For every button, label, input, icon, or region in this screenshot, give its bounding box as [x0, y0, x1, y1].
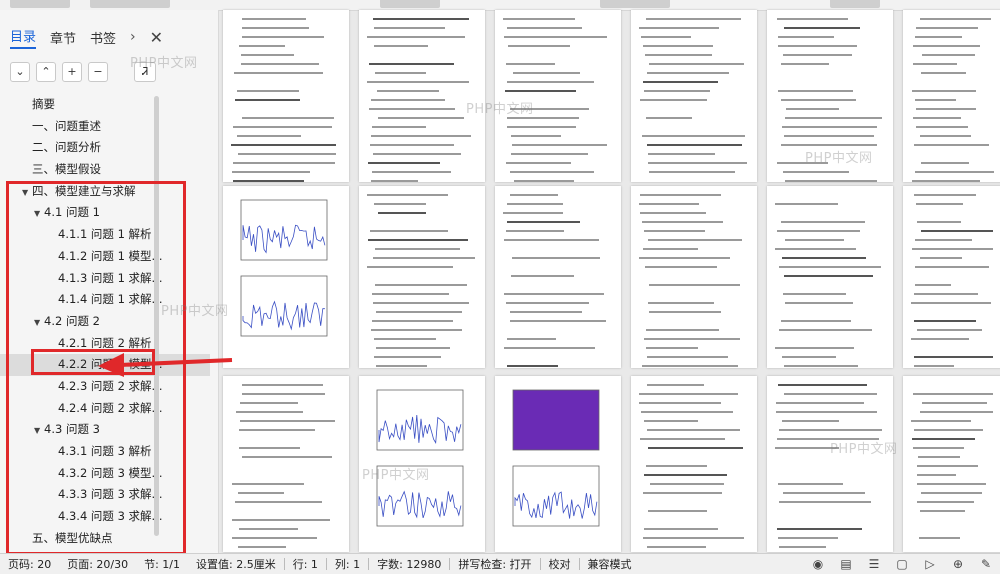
status-pages[interactable]: 页面: 20/30 — [59, 556, 136, 572]
play-icon[interactable]: ▷ — [923, 557, 937, 571]
web-view-icon[interactable]: ⊕ — [951, 557, 965, 571]
status-section: 节: 1/1 — [144, 558, 181, 571]
status-words[interactable]: 字数: 12980 — [369, 556, 449, 572]
status-proofread[interactable]: 校对 — [541, 556, 579, 572]
watermark: PHP中文网 — [362, 468, 430, 483]
status-page[interactable]: 页码: 20 — [0, 556, 59, 572]
read-mode-icon[interactable]: ▢ — [895, 557, 909, 571]
watermark: PHP中文网 — [466, 102, 534, 117]
outline-view-icon[interactable]: ☰ — [867, 557, 881, 571]
status-col: 列: 1 — [334, 558, 361, 571]
watermark: PHP中文网 — [830, 442, 898, 457]
edit-icon[interactable]: ✎ — [979, 557, 993, 571]
watermark: PHP中文网 — [130, 56, 198, 71]
eye-icon[interactable]: ◉ — [811, 557, 825, 571]
status-row: 行: 1 — [292, 558, 318, 571]
watermark: PHP中文网 — [805, 151, 873, 166]
watermark: PHP中文网 — [161, 304, 229, 319]
status-bar: 页码: 20 页面: 20/30 节: 1/1 设置值: 2.5厘米 行: 1 … — [0, 553, 1000, 574]
status-compat: 兼容模式 — [587, 558, 632, 571]
status-spellcheck[interactable]: 拼写检查: 打开 — [450, 556, 539, 572]
page-view-icon[interactable]: ▤ — [839, 557, 853, 571]
status-setting: 设置值: 2.5厘米 — [196, 558, 276, 571]
annotation-arrow — [98, 353, 233, 377]
